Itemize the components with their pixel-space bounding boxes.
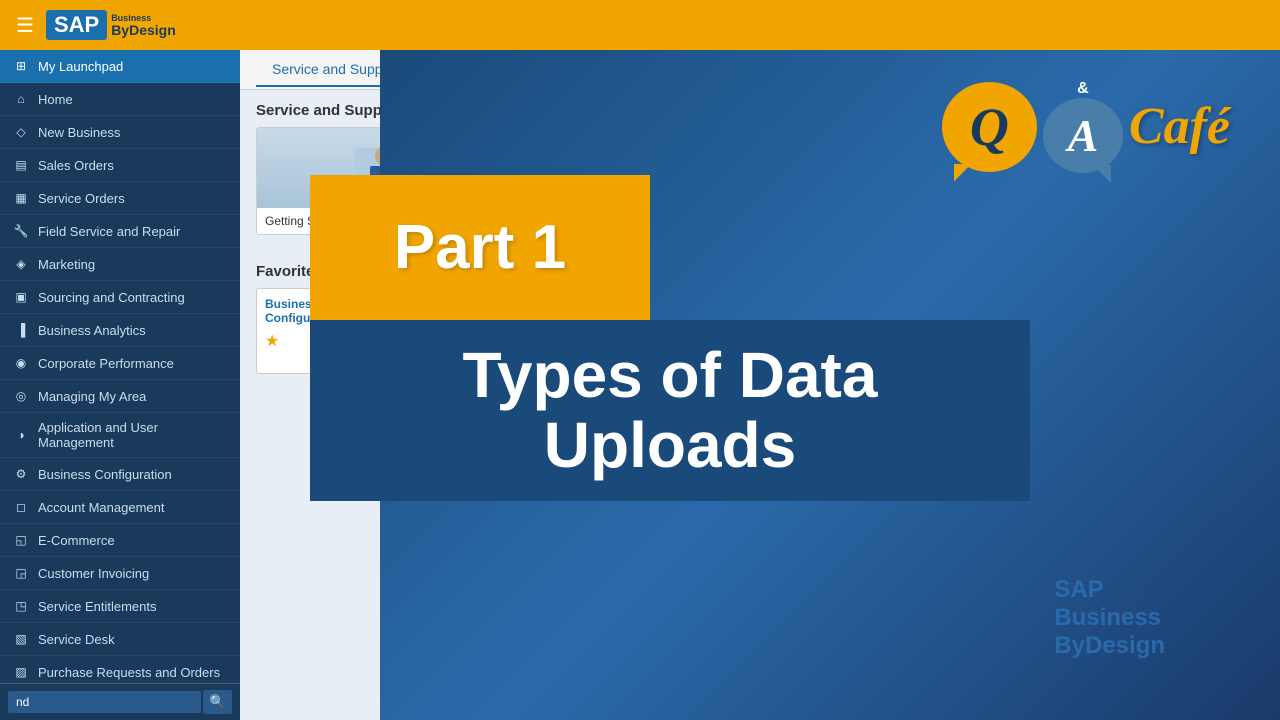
types-uploads-banner: Types of Data Uploads: [310, 320, 1030, 501]
sidebar-search: 🔍: [0, 683, 240, 720]
sidebar-item-new-business[interactable]: ◇ New Business: [0, 116, 240, 149]
sidebar-item-label: Service Orders: [38, 191, 125, 206]
logo-bydesign: Business ByDesign: [111, 14, 176, 37]
sidebar-item-label: Business Configuration: [38, 467, 172, 482]
sidebar-item-sales-orders[interactable]: ▤ Sales Orders: [0, 149, 240, 182]
types-line1: Types of Data: [350, 340, 990, 410]
sidebar-item-business-analytics[interactable]: ▐ Business Analytics: [0, 314, 240, 347]
config-icon: ⚙: [12, 465, 30, 483]
logo-container: SAP Business ByDesign: [46, 10, 176, 40]
search-button[interactable]: 🔍: [203, 690, 232, 714]
types-line2: Uploads: [350, 410, 990, 480]
new-business-icon: ◇: [12, 123, 30, 141]
account-icon: ◻: [12, 498, 30, 516]
sidebar-item-marketing[interactable]: ◈ Marketing: [0, 248, 240, 281]
purchase-icon: ▨: [12, 663, 30, 681]
sales-orders-icon: ▤: [12, 156, 30, 174]
logo-sap: SAP: [46, 10, 107, 40]
cafe-text: Café: [1129, 97, 1230, 156]
sidebar-item-corporate-performance[interactable]: ◉ Corporate Performance: [0, 347, 240, 380]
hamburger-icon[interactable]: ☰: [16, 13, 34, 38]
sidebar: ⊞ My Launchpad ⌂ Home ◇ New Business ▤ S…: [0, 50, 240, 720]
sidebar-item-label: Field Service and Repair: [38, 224, 180, 239]
ecommerce-icon: ◱: [12, 531, 30, 549]
managing-icon: ◎: [12, 387, 30, 405]
corporate-icon: ◉: [12, 354, 30, 372]
sidebar-item-label: Sales Orders: [38, 158, 114, 173]
field-service-icon: 🔧: [12, 222, 30, 240]
q-letter: Q: [970, 96, 1009, 158]
sidebar-item-service-entitlements[interactable]: ◳ Service Entitlements: [0, 590, 240, 623]
part1-banner: Part 1: [310, 175, 650, 320]
sidebar-item-label: Account Management: [38, 500, 164, 515]
sidebar-item-field-service[interactable]: 🔧 Field Service and Repair: [0, 215, 240, 248]
sidebar-item-business-config[interactable]: ⚙ Business Configuration: [0, 458, 240, 491]
a-bubble: A: [1043, 98, 1123, 173]
logo-bydesign-text: ByDesign: [111, 23, 176, 37]
sidebar-item-my-launchpad[interactable]: ⊞ My Launchpad: [0, 50, 240, 83]
sidebar-item-label: E-Commerce: [38, 533, 115, 548]
launchpad-icon: ⊞: [12, 57, 30, 75]
app-user-icon: ◑: [12, 426, 30, 444]
home-icon: ⌂: [12, 90, 30, 108]
sidebar-item-label: Service Entitlements: [38, 599, 157, 614]
a-letter: A: [1068, 109, 1099, 162]
q-bubble: Q: [942, 82, 1037, 172]
sidebar-item-label: Purchase Requests and Orders: [38, 665, 220, 680]
sap-footer-text: SAP Business ByDesign: [1054, 576, 1165, 660]
sourcing-icon: ▣: [12, 288, 30, 306]
sidebar-item-managing-my-area[interactable]: ◎ Managing My Area: [0, 380, 240, 413]
sidebar-item-sourcing[interactable]: ▣ Sourcing and Contracting: [0, 281, 240, 314]
ampersand: &: [1077, 80, 1089, 98]
sidebar-item-customer-invoicing[interactable]: ◲ Customer Invoicing: [0, 557, 240, 590]
ampersand-a: & A: [1043, 80, 1123, 173]
sidebar-item-label: Service Desk: [38, 632, 115, 647]
sidebar-item-label: My Launchpad: [38, 59, 123, 74]
sidebar-item-label: Sourcing and Contracting: [38, 290, 185, 305]
sidebar-item-label: Application and User Management: [38, 420, 228, 450]
sidebar-item-account-mgmt[interactable]: ◻ Account Management: [0, 491, 240, 524]
sidebar-item-service-orders[interactable]: ▦ Service Orders: [0, 182, 240, 215]
analytics-icon: ▐: [12, 321, 30, 339]
sidebar-item-app-user-mgmt[interactable]: ◑ Application and User Management: [0, 413, 240, 458]
sidebar-item-service-desk[interactable]: ▧ Service Desk: [0, 623, 240, 656]
search-input[interactable]: [8, 691, 201, 713]
service-orders-icon: ▦: [12, 189, 30, 207]
sidebar-item-label: Corporate Performance: [38, 356, 174, 371]
part1-text: Part 1: [394, 212, 566, 283]
marketing-icon: ◈: [12, 255, 30, 273]
sidebar-item-label: Customer Invoicing: [38, 566, 149, 581]
sidebar-item-ecommerce[interactable]: ◱ E-Commerce: [0, 524, 240, 557]
sidebar-item-label: Marketing: [38, 257, 95, 272]
service-desk-icon: ▧: [12, 630, 30, 648]
sidebar-item-label: New Business: [38, 125, 120, 140]
sidebar-item-home[interactable]: ⌂ Home: [0, 83, 240, 116]
sidebar-item-label: Home: [38, 92, 73, 107]
sidebar-item-label: Managing My Area: [38, 389, 146, 404]
entitlements-icon: ◳: [12, 597, 30, 615]
invoicing-icon: ◲: [12, 564, 30, 582]
sidebar-item-label: Business Analytics: [38, 323, 146, 338]
top-bar: ☰ SAP Business ByDesign: [0, 0, 1280, 50]
qa-cafe-logo: Q & A Café: [942, 80, 1230, 173]
